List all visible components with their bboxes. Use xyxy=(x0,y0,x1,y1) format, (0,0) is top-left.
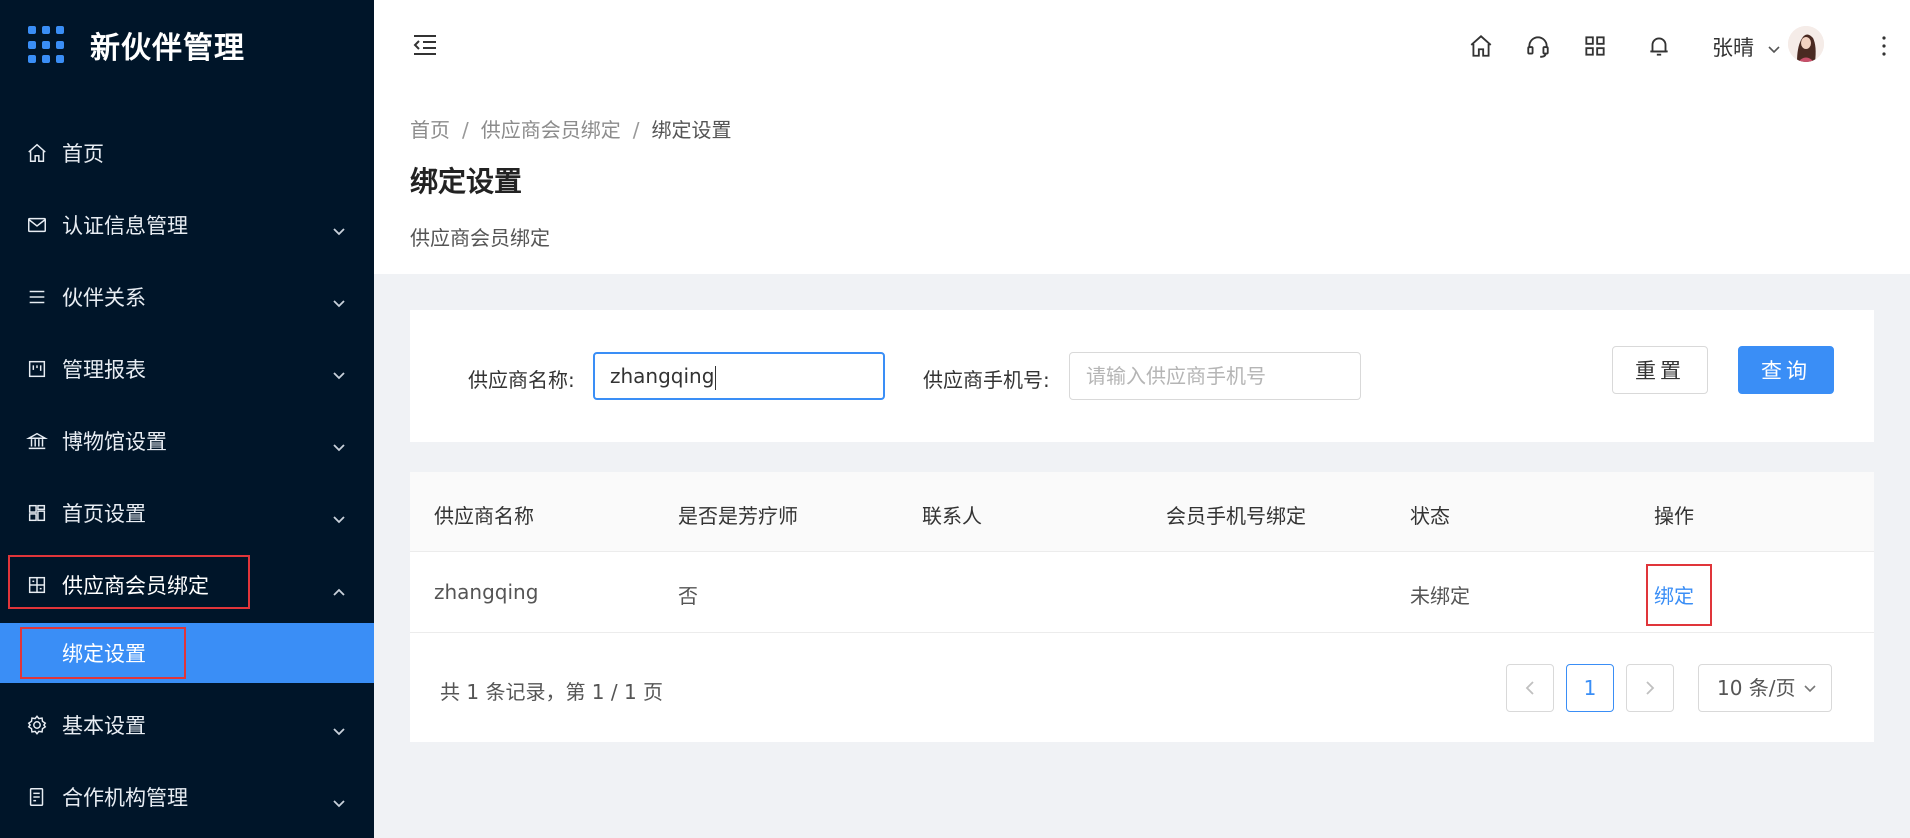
cell-is-therapist: 否 xyxy=(678,584,698,608)
page-description: 供应商会员绑定 xyxy=(410,226,550,250)
breadcrumb-separator: / xyxy=(632,118,640,142)
sidebar-item-certification[interactable]: 认证信息管理 xyxy=(0,189,374,261)
app-title: 新伙伴管理 xyxy=(90,31,245,66)
sidebar-subitem-binding-settings[interactable]: 绑定设置 xyxy=(0,623,374,683)
prev-page-button[interactable] xyxy=(1506,664,1554,712)
cell-supplier-name: zhangqing xyxy=(434,580,539,604)
supplier-phone-input[interactable]: 请输入供应商手机号 xyxy=(1069,352,1361,400)
report-icon xyxy=(26,358,48,380)
chevron-down-icon xyxy=(1804,685,1816,693)
chevron-down-icon xyxy=(332,507,346,531)
gear-icon xyxy=(26,714,48,736)
breadcrumb-item-current: 绑定设置 xyxy=(651,118,732,142)
chevron-down-icon xyxy=(332,291,346,315)
chevron-down-icon xyxy=(332,435,346,459)
supplier-phone-label: 供应商手机号: xyxy=(923,368,1050,392)
home-icon[interactable] xyxy=(1468,33,1494,59)
column-header: 是否是芳疗师 xyxy=(678,504,798,528)
sidebar-item-label: 基本设置 xyxy=(62,714,146,738)
sidebar-item-partner-orgs[interactable]: 合作机构管理 xyxy=(0,761,374,833)
org-icon xyxy=(26,786,48,808)
cell-status: 未绑定 xyxy=(1410,584,1470,608)
highlight-box xyxy=(20,627,186,679)
page-size-value: 10 条/页 xyxy=(1717,676,1796,700)
page-header: 首页 / 供应商会员绑定 / 绑定设置 绑定设置 供应商会员绑定 xyxy=(374,92,1910,274)
sidebar-item-basic-settings[interactable]: 基本设置 xyxy=(0,689,374,761)
list-icon xyxy=(26,286,48,308)
home-icon xyxy=(26,142,48,164)
sidebar-item-label: 合作机构管理 xyxy=(62,786,188,810)
next-page-button[interactable] xyxy=(1626,664,1674,712)
sidebar-item-partners[interactable]: 伙伴关系 xyxy=(0,261,374,333)
table-row: zhangqing 否 未绑定 绑定 xyxy=(410,552,1874,633)
chevron-down-icon xyxy=(332,719,346,743)
bell-icon[interactable] xyxy=(1646,33,1672,59)
sidebar: 新伙伴管理 首页 认证信息管理 伙伴关系 管理报表 博物馆设置 首页设置 供应商… xyxy=(0,0,374,838)
chevron-down-icon xyxy=(332,219,346,243)
page-number-button[interactable]: 1 xyxy=(1566,664,1614,712)
breadcrumb: 首页 / 供应商会员绑定 / 绑定设置 xyxy=(410,114,732,143)
reset-button[interactable]: 重置 xyxy=(1612,346,1708,394)
breadcrumb-separator: / xyxy=(462,118,469,142)
page-title: 绑定设置 xyxy=(410,165,523,198)
column-header: 会员手机号绑定 xyxy=(1166,504,1306,528)
supplier-name-value: zhangqing xyxy=(610,364,715,388)
pagination-summary: 共 1 条记录，第 1 / 1 页 xyxy=(440,680,664,704)
chevron-up-icon xyxy=(332,579,346,603)
chevron-down-icon[interactable] xyxy=(1767,40,1781,54)
breadcrumb-item-home[interactable]: 首页 xyxy=(410,118,450,142)
supplier-table: 供应商名称 是否是芳疗师 联系人 会员手机号绑定 状态 操作 zhangqing… xyxy=(410,472,1874,742)
sidebar-item-reports[interactable]: 管理报表 xyxy=(0,333,374,405)
sidebar-item-label: 博物馆设置 xyxy=(62,430,167,454)
mail-icon xyxy=(26,214,48,236)
menu-collapse-icon[interactable] xyxy=(410,30,440,60)
museum-icon xyxy=(26,430,48,452)
apps-icon[interactable] xyxy=(1582,33,1608,59)
table-header: 供应商名称 是否是芳疗师 联系人 会员手机号绑定 状态 操作 xyxy=(410,472,1874,552)
more-vertical-icon[interactable] xyxy=(1880,34,1888,58)
highlight-box xyxy=(8,555,250,609)
sidebar-item-label: 首页 xyxy=(62,142,104,166)
layout-icon xyxy=(26,502,48,524)
chevron-down-icon xyxy=(332,363,346,387)
supplier-name-input[interactable]: zhangqing xyxy=(593,352,885,400)
breadcrumb-item-supplier-binding[interactable]: 供应商会员绑定 xyxy=(481,118,621,142)
supplier-name-label: 供应商名称: xyxy=(468,368,575,392)
sidebar-item-museum[interactable]: 博物馆设置 xyxy=(0,405,374,477)
top-header: 张晴 xyxy=(374,0,1910,92)
user-name[interactable]: 张晴 xyxy=(1712,32,1754,62)
text-cursor xyxy=(715,365,717,390)
sidebar-menu: 首页 认证信息管理 伙伴关系 管理报表 博物馆设置 首页设置 供应商会员绑定 绑… xyxy=(0,117,374,833)
sidebar-item-home[interactable]: 首页 xyxy=(0,117,374,189)
column-header: 联系人 xyxy=(922,504,982,528)
query-button[interactable]: 查询 xyxy=(1738,346,1834,394)
page-size-select[interactable]: 10 条/页 xyxy=(1698,664,1832,712)
search-form: 供应商名称: zhangqing 供应商手机号: 请输入供应商手机号 重置 查询 xyxy=(410,310,1874,442)
sidebar-item-label: 首页设置 xyxy=(62,502,146,526)
sidebar-item-supplier-binding[interactable]: 供应商会员绑定 xyxy=(0,549,374,621)
sidebar-item-label: 认证信息管理 xyxy=(62,214,188,238)
apps-logo-icon xyxy=(28,26,66,64)
sidebar-item-home-settings[interactable]: 首页设置 xyxy=(0,477,374,549)
chevron-right-icon xyxy=(1646,681,1655,695)
column-header: 供应商名称 xyxy=(434,504,534,528)
sidebar-item-label: 伙伴关系 xyxy=(62,286,146,310)
sidebar-item-label: 管理报表 xyxy=(62,358,146,382)
chevron-left-icon xyxy=(1525,681,1534,695)
app-logo: 新伙伴管理 xyxy=(0,0,374,90)
headset-icon[interactable] xyxy=(1525,33,1551,59)
chevron-down-icon xyxy=(332,791,346,815)
avatar[interactable] xyxy=(1788,26,1824,62)
column-header: 状态 xyxy=(1410,504,1450,528)
highlight-box xyxy=(1646,564,1712,626)
column-header: 操作 xyxy=(1654,504,1694,528)
